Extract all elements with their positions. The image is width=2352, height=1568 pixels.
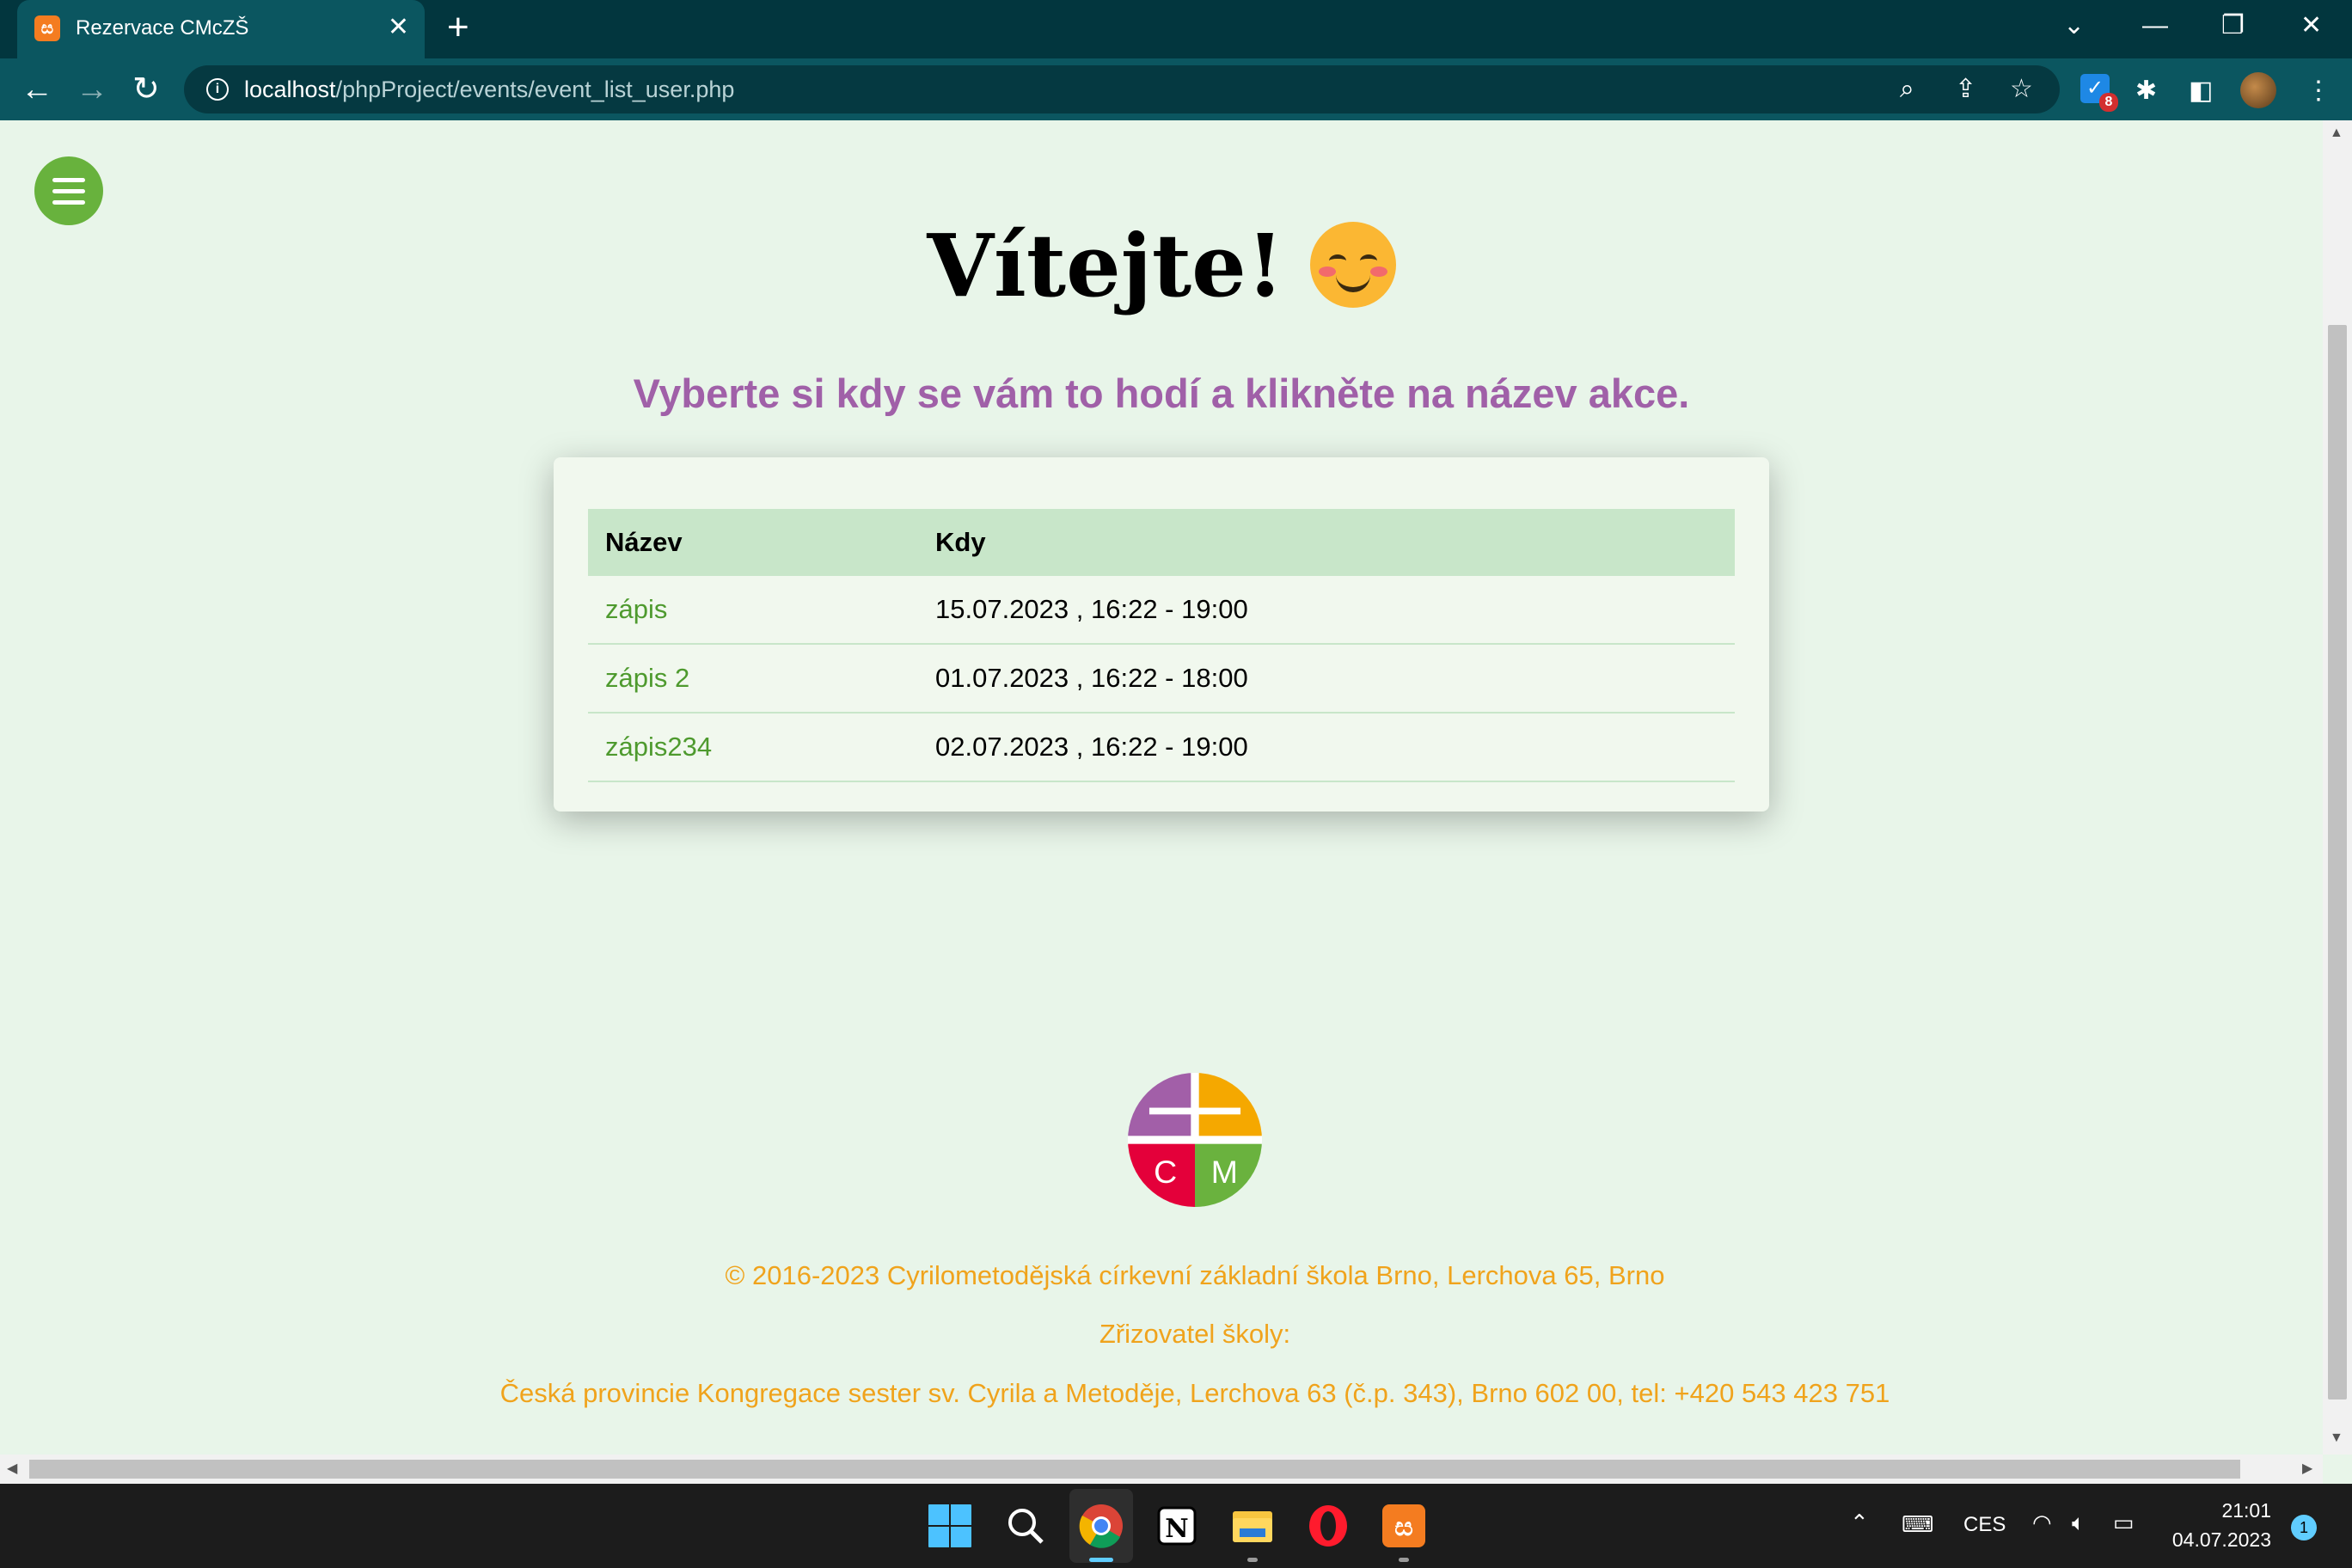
extension-todo-icon[interactable]: ✓ 8 xyxy=(2080,74,2118,112)
hamburger-line xyxy=(52,200,85,205)
touch-keyboard-icon[interactable]: ⌨ xyxy=(1902,1511,1934,1538)
events-table: Název Kdy zápis 15.07.2023 , 16:22 - 19:… xyxy=(588,509,1735,782)
speaker-muted-icon[interactable]: 🔈︎ xyxy=(2072,1510,2086,1537)
chrome-icon[interactable] xyxy=(1078,1503,1124,1549)
battery-charging-icon[interactable]: ▭ xyxy=(2113,1510,2135,1536)
hamburger-line xyxy=(52,178,85,182)
smiley-cheek xyxy=(1369,266,1387,278)
footer-founder-label: Zřizovatel školy: xyxy=(1099,1319,1291,1349)
windows-start-icon[interactable] xyxy=(927,1503,973,1549)
clock-date: 04.07.2023 xyxy=(2171,1528,2271,1551)
input-language[interactable]: CES xyxy=(1963,1513,2006,1537)
event-name-link[interactable]: zápis 2 xyxy=(588,644,918,714)
close-window-button[interactable]: ✕ xyxy=(2300,9,2322,43)
file-explorer-icon[interactable] xyxy=(1229,1503,1276,1549)
browser-toolbar: ← → ↻ i localhost/phpProject/events/even… xyxy=(0,58,2352,120)
browser-tab[interactable]: ස Rezervace CMcZŠ ✕ xyxy=(17,0,425,58)
column-header-name: Název xyxy=(588,509,918,576)
forward-button[interactable]: → xyxy=(76,70,108,108)
footer-founder: Česká provincie Kongregace sester sv. Cy… xyxy=(499,1378,1890,1408)
school-logo: C M xyxy=(1128,1073,1262,1207)
minimize-button[interactable]: — xyxy=(2142,9,2168,43)
site-info-icon[interactable]: i xyxy=(206,78,229,101)
table-row: zápis234 02.07.2023 , 16:22 - 19:00 xyxy=(588,713,1735,782)
bookmark-star-icon[interactable]: ☆ xyxy=(2010,72,2033,107)
clock-time: 21:01 xyxy=(2221,1499,2271,1522)
zoom-search-icon[interactable]: ⌕ xyxy=(1900,72,1914,107)
horizontal-scrollbar[interactable]: ◀ ▶ xyxy=(0,1455,2323,1484)
event-when: 02.07.2023 , 16:22 - 19:00 xyxy=(918,713,1735,782)
url-path: /phpProject/events/event_list_user.php xyxy=(335,77,735,102)
events-card: Název Kdy zápis 15.07.2023 , 16:22 - 19:… xyxy=(554,457,1769,812)
horizontal-scroll-thumb[interactable] xyxy=(29,1460,2240,1479)
welcome-text: Vítejte! xyxy=(927,215,1284,316)
reload-button[interactable]: ↻ xyxy=(132,70,160,108)
url-text[interactable]: localhost/phpProject/events/event_list_u… xyxy=(244,77,734,103)
vertical-scrollbar[interactable]: ▲ ▼ xyxy=(2323,120,2352,1455)
column-header-when: Kdy xyxy=(918,509,1735,576)
hamburger-line xyxy=(52,189,85,193)
running-app-indicator xyxy=(1247,1558,1258,1562)
browser-menu-icon[interactable]: ⋮ xyxy=(2306,76,2331,107)
share-icon[interactable]: ⇪ xyxy=(1955,72,1976,107)
page-title: Vítejte! xyxy=(0,215,2323,316)
vertical-scroll-thumb[interactable] xyxy=(2328,325,2347,1400)
notification-badge[interactable]: 1 xyxy=(2291,1515,2317,1540)
taskbar: N ස ⌃ ⌨ CES ◠ 🔈︎ ▭ 21:01 04.07.2023 1 xyxy=(0,1484,2352,1568)
event-when: 01.07.2023 , 16:22 - 18:00 xyxy=(918,644,1735,714)
show-hidden-icons-chevron-icon[interactable]: ⌃ xyxy=(1850,1510,1869,1536)
profile-avatar[interactable] xyxy=(2240,72,2276,108)
logo-letter-m: M xyxy=(1211,1154,1238,1190)
tab-title: Rezervace CMcZŠ xyxy=(76,16,249,40)
scroll-down-arrow-icon[interactable]: ▼ xyxy=(2330,1430,2343,1446)
address-bar[interactable]: i localhost/phpProject/events/event_list… xyxy=(184,65,2060,113)
smiling-face-icon xyxy=(1309,222,1396,309)
scroll-left-arrow-icon[interactable]: ◀ xyxy=(7,1460,17,1477)
table-row: zápis 2 01.07.2023 , 16:22 - 18:00 xyxy=(588,644,1735,714)
event-name-link[interactable]: zápis xyxy=(588,576,918,645)
tab-strip: ස Rezervace CMcZŠ ✕ + ⌄ — ❐ ✕ xyxy=(0,0,2352,58)
svg-text:N: N xyxy=(1165,1514,1188,1544)
xampp-favicon-icon: ස xyxy=(34,15,60,41)
tab-search-chevron-icon[interactable]: ⌄ xyxy=(2063,9,2085,43)
svg-text:ස: ස xyxy=(1394,1512,1413,1542)
restore-button[interactable]: ❐ xyxy=(2221,9,2245,43)
wifi-icon[interactable]: ◠ xyxy=(2032,1510,2052,1536)
smiley-eye xyxy=(1359,254,1377,267)
table-header-row: Název Kdy xyxy=(588,509,1735,576)
table-row: zápis 15.07.2023 , 16:22 - 19:00 xyxy=(588,576,1735,645)
page-subtitle: Vyberte si kdy se vám to hodí a klikněte… xyxy=(633,371,1690,416)
footer-copyright: © 2016-2023 Cyrilometodějská církevní zá… xyxy=(725,1260,1665,1290)
active-app-indicator xyxy=(1089,1558,1113,1562)
opera-icon[interactable] xyxy=(1305,1503,1351,1549)
extensions-puzzle-icon[interactable]: ✱ xyxy=(2135,76,2157,107)
url-host: localhost xyxy=(244,77,336,102)
side-panel-icon[interactable]: ◧ xyxy=(2189,76,2213,107)
new-tab-button[interactable]: + xyxy=(447,9,469,46)
smiley-mouth xyxy=(1335,270,1370,293)
tab-close-icon[interactable]: ✕ xyxy=(388,12,409,43)
notion-icon[interactable]: N xyxy=(1154,1503,1200,1549)
back-button[interactable]: ← xyxy=(21,70,53,108)
logo-letter-c: C xyxy=(1154,1154,1177,1190)
event-name-link[interactable]: zápis234 xyxy=(588,713,918,782)
running-app-indicator xyxy=(1399,1558,1409,1562)
scroll-up-arrow-icon[interactable]: ▲ xyxy=(2330,126,2343,141)
scroll-right-arrow-icon[interactable]: ▶ xyxy=(2302,1460,2312,1477)
search-icon[interactable] xyxy=(1002,1503,1049,1549)
page-viewport: Vítejte! Vyberte si kdy se vám to hodí a… xyxy=(0,120,2323,1455)
xampp-icon[interactable]: ස xyxy=(1381,1503,1427,1549)
extension-badge-count: 8 xyxy=(2099,93,2118,112)
event-when: 15.07.2023 , 16:22 - 19:00 xyxy=(918,576,1735,645)
taskbar-clock[interactable]: 21:01 04.07.2023 xyxy=(2166,1496,2271,1554)
smiley-cheek xyxy=(1318,266,1336,278)
smiley-eye xyxy=(1328,254,1346,267)
